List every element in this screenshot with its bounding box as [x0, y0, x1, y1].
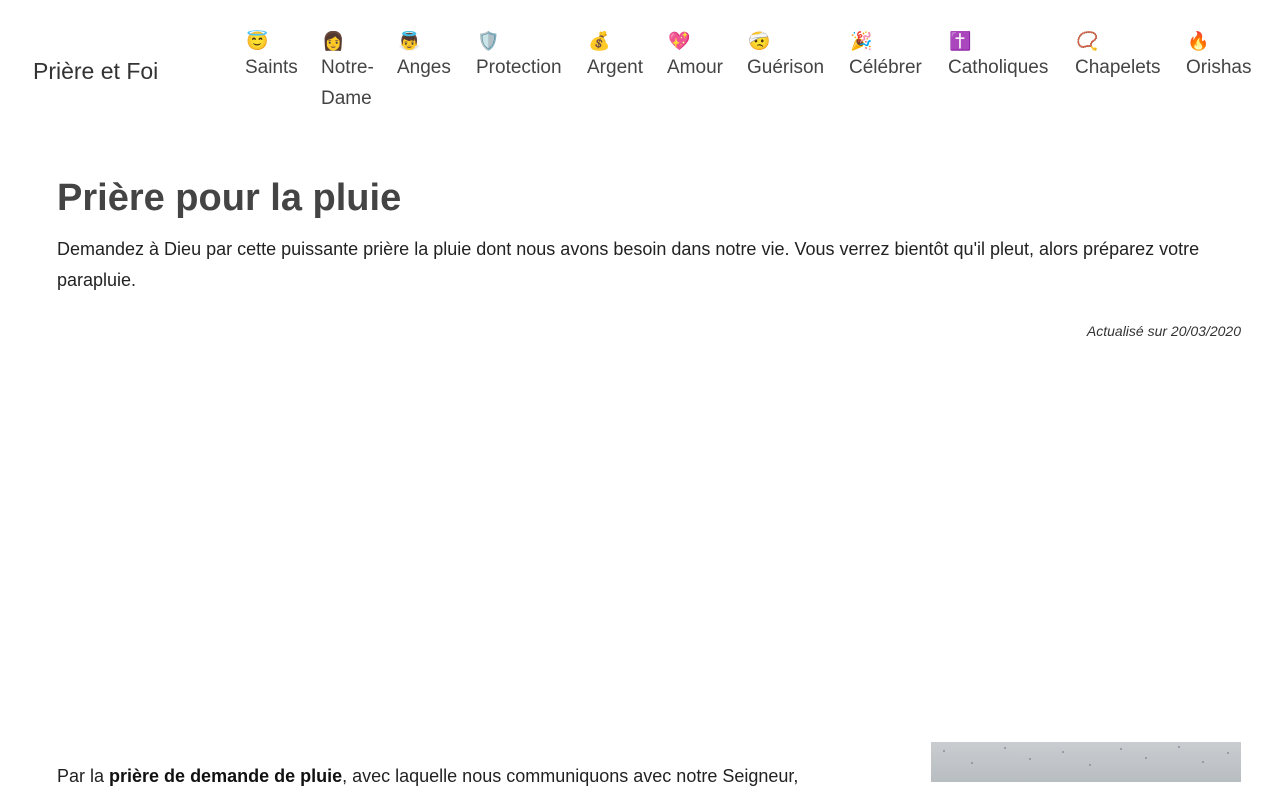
nav-item-label: Protection	[476, 57, 562, 78]
rain-drop	[1120, 748, 1122, 750]
nav-item-amour[interactable]: 💖 Amour	[667, 30, 723, 83]
nav-item-argent[interactable]: 💰 Argent	[587, 30, 643, 83]
rain-drop	[1202, 761, 1204, 763]
nav-item-protection[interactable]: 🛡️ Protection	[476, 30, 562, 83]
rain-drop	[971, 762, 973, 764]
nav-item-label: Guérison	[747, 57, 825, 78]
page-title: Prière pour la pluie	[57, 177, 402, 219]
nav-item-label: Saints	[245, 57, 298, 78]
sparkling-heart-icon: 💖	[668, 31, 691, 51]
rain-drop	[1089, 764, 1091, 766]
nav-item-orishas[interactable]: 🔥 Orishas	[1186, 30, 1251, 83]
intro-prefix: Par la	[57, 766, 110, 786]
prayer-beads-icon: 📿	[1076, 31, 1099, 51]
nav-item-label: Notre-Dame	[321, 57, 374, 109]
nav-item-label: Amour	[667, 57, 723, 78]
shield-icon: 🛡️	[477, 31, 500, 51]
woman-icon: 👩	[322, 31, 345, 51]
rain-photo	[931, 742, 1241, 782]
nav-item-label: Catholiques	[948, 57, 1049, 78]
nav-item-saints[interactable]: 😇 Saints	[245, 30, 298, 83]
intro-suffix: , avec laquelle nous communiquons avec n…	[342, 766, 799, 786]
rain-drop	[1004, 747, 1006, 749]
article-intro-paragraph: Par la prière de demande de pluie, avec …	[57, 761, 907, 792]
nav-item-label: Orishas	[1186, 57, 1252, 78]
smiling-face-with-halo-icon: 😇	[246, 31, 269, 51]
rain-drop	[943, 750, 945, 752]
money-bag-icon: 💰	[588, 31, 611, 51]
rain-drop	[1145, 757, 1147, 759]
rain-drop	[1062, 751, 1064, 753]
rain-drop	[1029, 758, 1031, 760]
nav-item-notre-dame[interactable]: 👩 Notre-Dame	[321, 30, 381, 114]
top-navigation-bar: Prière et Foi 😇 Saints 👩 Notre-Dame 👼 An…	[0, 0, 1280, 130]
intro-keyword: prière de demande de pluie	[109, 766, 343, 786]
article-main: Prière pour la pluie Demandez à Dieu par…	[57, 170, 1241, 339]
nav-item-label: Chapelets	[1075, 57, 1161, 78]
nav-item-label: Argent	[587, 57, 643, 78]
nav-item-chapelets[interactable]: 📿 Chapelets	[1075, 30, 1161, 83]
rain-drop	[1227, 752, 1229, 754]
last-updated-date: Actualisé sur 20/03/2020	[1086, 323, 1241, 339]
rain-drop	[1178, 746, 1180, 748]
face-with-bandage-icon: 🤕	[748, 31, 771, 51]
nav-item-anges[interactable]: 👼 Anges	[397, 30, 451, 83]
fire-icon: 🔥	[1187, 31, 1210, 51]
article-lead: Demandez à Dieu par cette puissante priè…	[57, 239, 1200, 290]
party-popper-icon: 🎉	[850, 31, 873, 51]
site-logo-link[interactable]: Prière et Foi	[33, 58, 158, 85]
nav-item-label: Célébrer	[849, 57, 922, 78]
nav-item-guerison[interactable]: 🤕 Guérison	[747, 30, 824, 83]
nav-item-catholiques[interactable]: ✝️ Catholiques	[948, 30, 1048, 83]
latin-cross-icon: ✝️	[949, 31, 972, 51]
nav-item-label: Anges	[397, 57, 451, 78]
nav-item-celebrer[interactable]: 🎉 Célébrer	[849, 30, 922, 83]
baby-angel-icon: 👼	[398, 31, 421, 51]
